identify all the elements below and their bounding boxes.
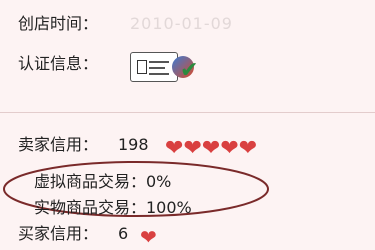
- certificate-card-icon[interactable]: [130, 52, 178, 82]
- buyer-credit-value: 6: [118, 224, 129, 243]
- section-divider: [0, 112, 375, 113]
- seller-credit-value: 198: [118, 135, 149, 154]
- verified-check-icon: ✔: [180, 58, 199, 83]
- physical-goods-rate: 实物商品交易：100%: [34, 198, 192, 217]
- shop-created-label: 创店时间：: [18, 14, 99, 33]
- buyer-credit-label: 买家信用：: [18, 224, 99, 243]
- shop-created-value: 2010-01-09: [130, 14, 233, 33]
- seller-credit-label: 卖家信用：: [18, 135, 99, 154]
- virtual-goods-rate: 虚拟商品交易：0%: [34, 172, 172, 191]
- seller-hearts: ❤❤❤❤❤: [165, 138, 257, 160]
- cert-label: 认证信息：: [18, 54, 99, 73]
- heart-icon: ❤: [140, 225, 157, 249]
